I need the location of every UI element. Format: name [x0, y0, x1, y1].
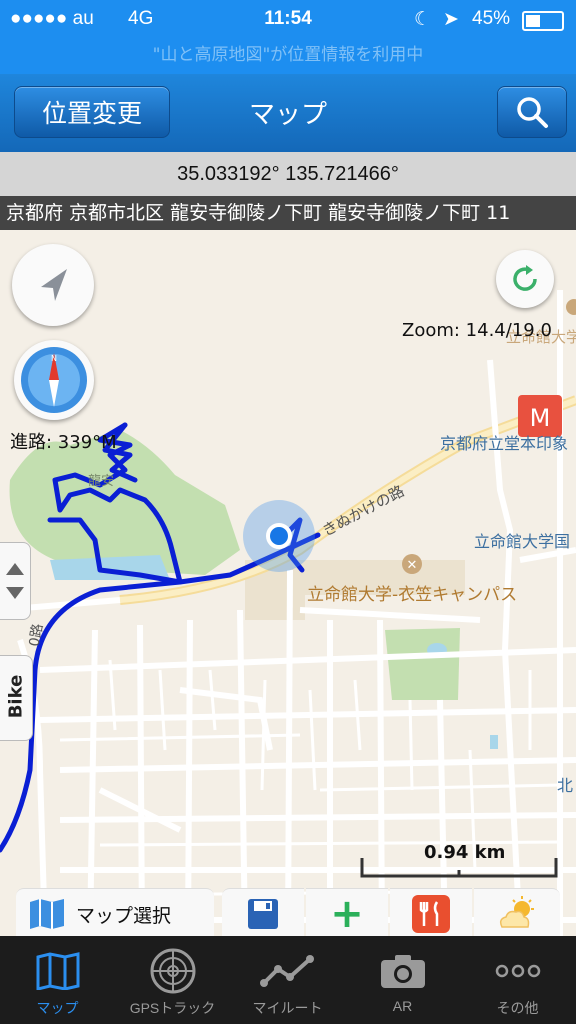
tab-label: GPSトラック: [129, 1000, 216, 1016]
battery-icon: [522, 11, 564, 31]
map-select-label: マップ選択: [76, 904, 172, 927]
moon-icon: ☾: [414, 9, 432, 30]
battery-label: 45%: [472, 8, 511, 29]
current-location-marker[interactable]: [266, 523, 292, 549]
tab-more[interactable]: その他: [460, 936, 575, 1024]
svg-text:M: M: [530, 404, 551, 432]
weather-button[interactable]: [474, 888, 560, 939]
refresh-button[interactable]: [496, 250, 554, 308]
weather-icon: [499, 896, 534, 928]
nav-bar: マップ 位置変更: [0, 74, 576, 152]
map-select-button[interactable]: マップ選択: [16, 888, 214, 939]
refresh-icon: [513, 265, 537, 291]
search-button[interactable]: [497, 86, 567, 138]
radar-icon: [150, 948, 195, 994]
compass-icon: N: [21, 347, 87, 413]
scale-label: 0.94 km: [424, 842, 506, 863]
pond-area: [490, 735, 498, 749]
park-area: [385, 628, 460, 700]
svg-text:N: N: [51, 354, 57, 363]
search-icon: [517, 97, 548, 128]
tab-label: マイルート: [252, 1000, 323, 1016]
save-button[interactable]: [222, 888, 304, 939]
add-button[interactable]: +: [306, 888, 388, 939]
down-arrow-icon[interactable]: [6, 587, 24, 599]
restaurant-icon: [412, 895, 450, 933]
navigation-arrow-icon: [41, 269, 67, 301]
change-location-button[interactable]: 位置変更: [14, 86, 170, 138]
location-arrow-icon: ➤: [443, 9, 459, 30]
address-readout: 京都府 京都市北区 龍安寺御陵ノ下町 龍安寺御陵ノ下町 11: [0, 196, 576, 230]
map-select-icon: [30, 899, 64, 929]
route-icon: [259, 955, 314, 987]
map-label: 立命館大学国: [474, 532, 571, 551]
plus-icon: +: [330, 891, 364, 937]
coordinates-readout: 35.033192° 135.721466°: [0, 152, 576, 196]
restaurant-button[interactable]: [390, 888, 472, 939]
compass-button[interactable]: N: [14, 340, 94, 420]
map-label: 北: [557, 776, 574, 795]
tab-label: その他: [496, 1000, 539, 1016]
location-usage-banner[interactable]: "山と高原地図"が位置情報を利用中: [0, 40, 576, 74]
map-icon: [36, 952, 79, 990]
status-bar: ●●●●● au 4G 11:54 ☾ ➤ 45%: [0, 0, 576, 40]
map-label: 龍安: [88, 474, 115, 489]
road-label: 0路: [26, 622, 47, 648]
map-label: 京都府立堂本印象: [440, 434, 569, 453]
tracking-mode-button[interactable]: [12, 244, 94, 326]
tab-label: マップ: [36, 1000, 79, 1016]
map-view[interactable]: M ✕ 立命館大学 京都府立堂本印象 立命館大学国 立命館大学-衣笠キャンパス …: [0, 230, 576, 936]
bike-label: Bike: [5, 674, 27, 719]
svg-text:✕: ✕: [407, 558, 418, 573]
camera-icon: [380, 955, 425, 988]
tab-label: AR: [392, 998, 413, 1014]
pan-stepper[interactable]: [0, 542, 31, 620]
zoom-readout: Zoom: 14.4/19.0: [402, 320, 552, 341]
heading-readout: 進路: 339°M: [10, 432, 117, 453]
tab-gps-track[interactable]: GPSトラック: [115, 936, 230, 1024]
up-arrow-icon[interactable]: [6, 563, 24, 575]
bike-mode-button[interactable]: Bike: [0, 655, 33, 741]
tab-map[interactable]: マップ: [0, 936, 115, 1024]
more-icon: [495, 964, 540, 978]
tab-my-route[interactable]: マイルート: [230, 936, 345, 1024]
map-label: 立命館大学-衣笠キャンパス: [307, 585, 518, 605]
tab-ar[interactable]: AR: [345, 936, 460, 1024]
tab-bar: マップ GPSトラック マイルート AR その他: [0, 936, 576, 1024]
school-pin-icon: [566, 299, 576, 315]
floppy-disk-icon: [248, 899, 278, 929]
